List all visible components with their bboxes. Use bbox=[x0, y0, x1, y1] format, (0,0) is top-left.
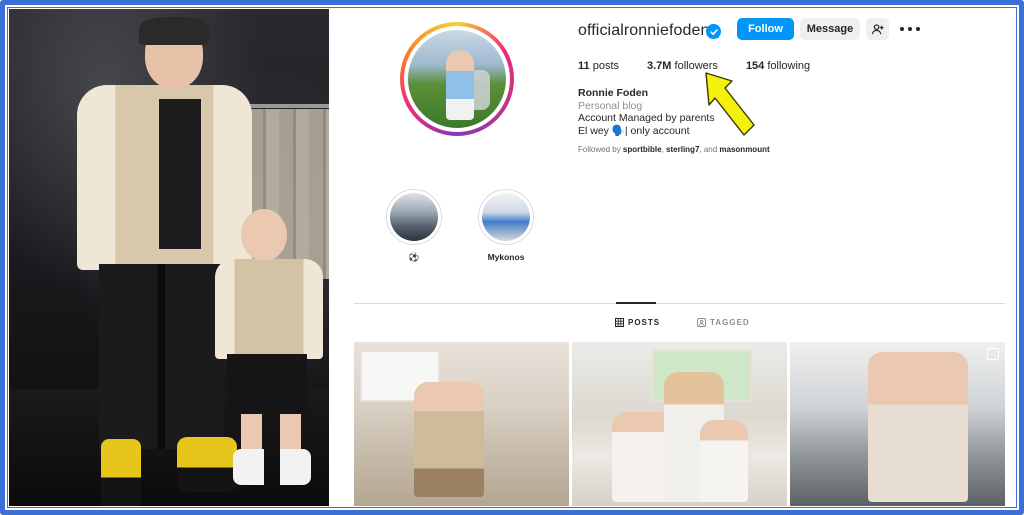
following-label: following bbox=[767, 60, 811, 72]
story-highlight-soccer[interactable]: ⚽ bbox=[384, 189, 444, 263]
message-button[interactable]: Message bbox=[800, 18, 860, 40]
man-shirt bbox=[159, 99, 201, 249]
tab-posts[interactable]: POSTS bbox=[615, 318, 660, 327]
profile-avatar[interactable] bbox=[400, 22, 514, 136]
posts-grid bbox=[354, 342, 1005, 506]
post-thumbnail[interactable] bbox=[790, 342, 1005, 506]
username: officialronniefoden_ bbox=[578, 22, 719, 39]
tab-tagged[interactable]: TAGGED bbox=[697, 318, 750, 327]
display-name: Ronnie Foden bbox=[578, 87, 648, 99]
post-subject bbox=[612, 412, 672, 502]
followed-by-user-1[interactable]: sportbible bbox=[623, 145, 662, 154]
followed-by-user-2[interactable]: sterling7 bbox=[666, 145, 699, 154]
highlight-label: ⚽ bbox=[408, 252, 420, 262]
multi-post-icon bbox=[987, 348, 999, 360]
account-category: Personal blog bbox=[578, 99, 643, 112]
left-photo bbox=[9, 9, 329, 506]
kid-shorts bbox=[227, 354, 307, 414]
post-subject bbox=[414, 382, 484, 497]
followed-by-prefix: Followed by bbox=[578, 145, 621, 154]
verified-badge-icon bbox=[706, 24, 721, 39]
post-subject bbox=[700, 420, 748, 502]
bio-line-2: El wey 🗣️| only account bbox=[578, 124, 690, 137]
tab-tagged-label: TAGGED bbox=[710, 318, 750, 327]
man-cap bbox=[139, 17, 209, 45]
post-thumbnail[interactable] bbox=[354, 342, 569, 506]
tagged-icon bbox=[697, 318, 706, 327]
followed-by-separator-2: , and bbox=[699, 145, 720, 154]
bio-line-1: Account Managed by parents bbox=[578, 112, 715, 124]
highlight-label: Mykonos bbox=[487, 252, 525, 262]
followed-by[interactable]: Followed by sportbible, sterling7, and m… bbox=[578, 145, 770, 154]
kid-head bbox=[241, 209, 287, 261]
post-thumbnail[interactable] bbox=[572, 342, 787, 506]
story-highlight-mykonos[interactable]: Mykonos bbox=[476, 189, 536, 262]
highlight-ring bbox=[478, 189, 534, 245]
kid-jacket bbox=[215, 259, 323, 359]
tabs-divider bbox=[354, 303, 1005, 304]
posts-label: posts bbox=[592, 60, 619, 72]
highlight-cover bbox=[482, 193, 530, 241]
follow-button[interactable]: Follow bbox=[737, 18, 794, 40]
add-user-icon bbox=[871, 23, 884, 34]
more-options-icon[interactable] bbox=[900, 20, 920, 38]
followed-by-user-3[interactable]: masonmount bbox=[719, 145, 769, 154]
posts-stat: 11 posts bbox=[578, 60, 619, 72]
highlight-cover bbox=[390, 193, 438, 241]
highlight-ring bbox=[386, 189, 442, 245]
kid-legs bbox=[241, 414, 301, 454]
post-subject bbox=[868, 352, 968, 502]
man-pants bbox=[99, 264, 224, 449]
man-shoe-left bbox=[101, 439, 141, 506]
grid-icon bbox=[615, 318, 624, 327]
active-tab-indicator bbox=[616, 302, 656, 304]
avatar-kid bbox=[446, 50, 474, 120]
man-shoe-right bbox=[177, 437, 237, 492]
suggested-users-button[interactable] bbox=[866, 18, 889, 40]
tab-posts-label: POSTS bbox=[628, 318, 661, 327]
followers-count: 3.7M bbox=[647, 60, 672, 72]
posts-count: 11 bbox=[578, 60, 590, 72]
avatar-image bbox=[408, 30, 506, 128]
kid-shoes bbox=[233, 449, 311, 485]
avatar-inner bbox=[404, 26, 510, 132]
profile-bio: Ronnie Foden Personal blog Account Manag… bbox=[578, 87, 715, 137]
profile-panel: officialronniefoden_ Follow Message 11 p… bbox=[330, 9, 1015, 506]
